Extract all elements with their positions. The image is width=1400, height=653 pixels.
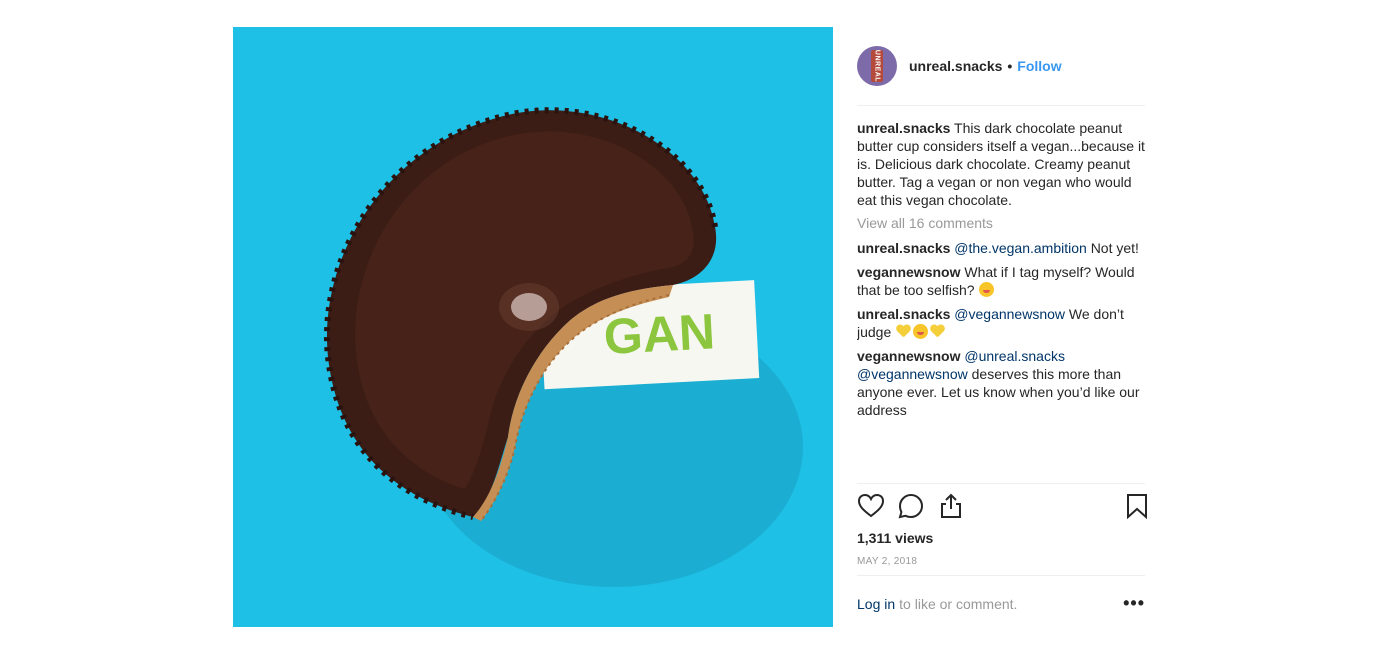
header-separator: • [1007,58,1013,74]
heart-icon[interactable] [857,492,885,520]
grinning-face-icon [979,282,995,297]
yellow-heart-icon [896,325,911,339]
action-bar [857,492,1147,532]
comment-mention[interactable]: @vegannewsnow [954,306,1065,322]
comment-username[interactable]: unreal.snacks [857,306,950,322]
avatar[interactable]: UNREAL [857,46,897,86]
comment-item: vegannewsnow What if I tag myself? Would… [857,263,1145,299]
grinning-face-icon [913,324,929,339]
caption: unreal.snacks This dark chocolate peanut… [857,119,1145,209]
more-options-icon[interactable]: ••• [1123,594,1145,612]
post-date[interactable]: MAY 2, 2018 [857,556,1145,576]
login-suffix: to like or comment. [899,596,1018,612]
comment-icon[interactable] [897,492,925,520]
view-all-comments-link[interactable]: View all 16 comments [857,215,1145,231]
share-icon[interactable] [937,492,965,520]
avatar-text: UNREAL [873,49,881,83]
comment-username[interactable]: unreal.snacks [857,240,950,256]
post-image[interactable]: GAN [233,27,833,627]
yellow-heart-icon [930,325,945,339]
login-prompt: Log in to like or comment. ••• [857,576,1145,632]
instagram-post: GAN UNREAL unreal.snacks • Follow unreal… [233,27,1147,627]
peanut-butter-cup-illustration: GAN [324,107,803,587]
caption-username[interactable]: unreal.snacks [857,120,950,136]
comment-text: Not yet! [1090,240,1139,256]
label-text: GAN [602,303,716,365]
login-link[interactable]: Log in [857,596,895,612]
header-username[interactable]: unreal.snacks [909,58,1002,74]
post-header: UNREAL unreal.snacks • Follow [857,27,1145,106]
comment-mention[interactable]: @the.vegan.ambition [954,240,1087,256]
comment-item: unreal.snacks @vegannewsnow We don’t jud… [857,305,1145,341]
post-side-panel: UNREAL unreal.snacks • Follow unreal.sna… [857,27,1147,627]
comment-username[interactable]: vegannewsnow [857,264,960,280]
comment-item: unreal.snacks @the.vegan.ambition Not ye… [857,239,1145,257]
follow-button[interactable]: Follow [1017,58,1061,74]
comment-item: vegannewsnow @unreal.snacks @vegannewsno… [857,347,1145,419]
comment-username[interactable]: vegannewsnow [857,348,960,364]
bookmark-icon[interactable] [1123,492,1151,520]
views-count[interactable]: 1,311 views [857,530,1145,546]
comments-section[interactable]: unreal.snacks This dark chocolate peanut… [857,106,1145,484]
